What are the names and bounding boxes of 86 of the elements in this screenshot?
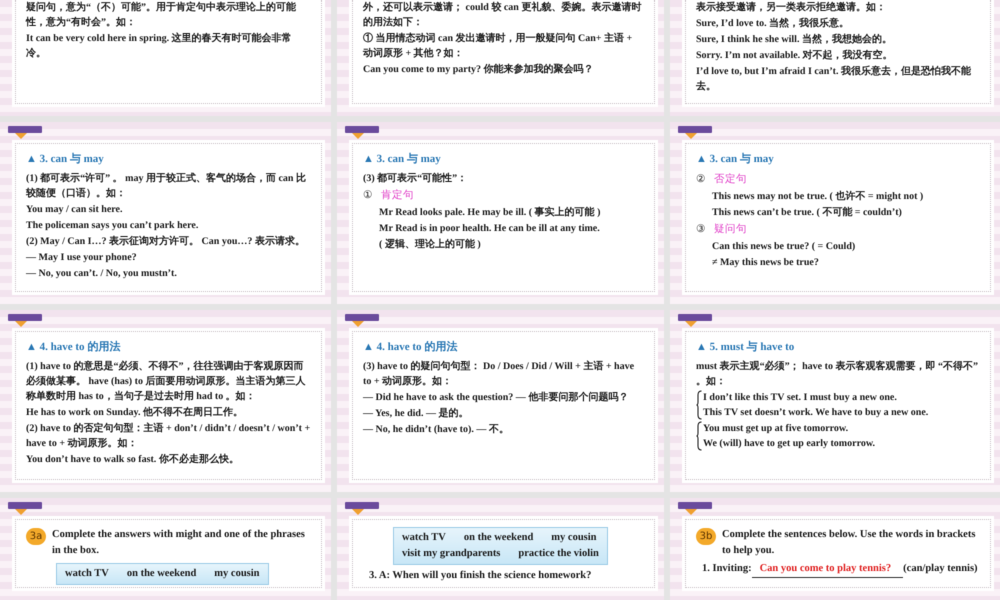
slide-thumbnail[interactable]: 外，还可以表示邀请； could 较 can 更礼貌、委婉。表示邀请时的用法如下： ① 当用情态动词 can 发出邀请时，用一般疑问句 Can+ 主语 + 动词原形 + 其他？如： Can you come to my party? 你能来参加我的聚会吗？ (337, 0, 664, 116)
note-text: This TV set doesn’t work. We have to buy a new one. (703, 406, 928, 420)
slide-thumbnail[interactable]: ▲ 3. can 与 may (3) 都可表示“可能性”： ① 肯定句 Mr Read looks pale. He may be ill. ( 事实上的可能 ) Mr Read is in poor health. He can be ill at any time. ( 逻辑、理论上的可能 ) (337, 122, 664, 304)
logo-drawing (8, 124, 42, 140)
note-text: Can you come to my party? 你能来参加我的聚会吗？ (363, 62, 595, 77)
section-heading: ▲ 3. can 与 may (696, 152, 775, 166)
logo-drawing (678, 312, 712, 328)
phrase: watch TV (402, 531, 446, 545)
note-text: You must get up at five tomorrow. (703, 422, 850, 436)
logo-drawing (678, 124, 712, 140)
slide-thumbnail[interactable]: 3a Complete the answers with might and one of the phrases in the box. watch TV on the weekend my cousin (0, 498, 331, 600)
exercise-instruction: Complete the sentences below. Use the words in brackets to help you. (722, 528, 976, 558)
note-text: 外，还可以表示邀请； could 较 can 更礼貌、委婉。表示邀请时的用法如下： (363, 0, 642, 30)
section-heading: ▲ 4. have to 的用法 (26, 340, 122, 354)
phrase: my cousin (214, 567, 260, 581)
logo-drawing (345, 312, 379, 328)
note-text: We (will) have to get up early tomorrow. (703, 437, 876, 451)
note-text: (2) May / Can I…? 表示征询对方许可。 Can you…? 表示请求。 (26, 234, 306, 249)
note-text: — Did he have to ask the question? — 他非要问那个问题吗？ (363, 390, 630, 405)
note-text: Can this news be true? ( = Could) (711, 240, 856, 254)
circled-number: ③ (696, 223, 706, 237)
word-hint: (can/play tennis) (903, 562, 978, 576)
note-text: Sure, I’d love to. 当然，我很乐意。 (696, 16, 850, 31)
note-text: ≠ May this news be true? (711, 256, 820, 270)
answer-text: Can you come to play tennis? (752, 561, 904, 578)
section-heading: ▲ 4. have to 的用法 (363, 340, 458, 354)
exercise-badge: 3b (696, 528, 716, 545)
note-text: Mr Read looks pale. He may be ill. ( 事实上的可能 ) (378, 205, 602, 220)
slide-thumbnail[interactable] (0, 122, 331, 304)
logo-drawing (8, 500, 42, 516)
slide-thumbnail[interactable]: 疑问句，意为“（不）可能”。用于肯定句中表示理论上的可能性，意为“有时会”。如： It can be very cold here in spring. 这里的春天有时可能会非常冷。 (0, 0, 331, 116)
slide-thumbnail[interactable]: watch TV on the weekend my cousin visit my grandparents practice the violin 3. A: When will you finish the science homework? (337, 498, 664, 600)
circled-number: ① (363, 189, 373, 203)
note-text: — No, you can’t. / No, you mustn’t. (26, 267, 178, 281)
phrase: my cousin (551, 531, 596, 545)
note-text: This news can’t be true. ( 不可能 = couldn’t) (711, 206, 903, 220)
subheading: 疑问句 (714, 222, 747, 237)
note-text: — No, he didn’t (have to). — 不。 (363, 423, 510, 437)
note-text: must 表示主观“必须”； have to 表示客观客观需要，即 “不得不” 。如： (696, 359, 979, 389)
section-heading: ▲ 3. can 与 may (26, 152, 105, 166)
note-text: (3) have to 的疑问句句型： Do / Does / Did / Will + 主语 + have to + 动词原形。如： (363, 359, 636, 389)
note-text: You don’t have to walk so fast. 你不必走那么快。 (26, 452, 240, 467)
subheading: 否定句 (714, 172, 747, 187)
slide-thumbnail[interactable]: 表示接受邀请，另一类表示拒绝邀请。如： Sure, I’d love to. 当然，我很乐意。 Sure, I think he she will. 当然，我想她会的。 Sorry. I’m not available. 对不起，我没有空。 I’d love to, but I’m afraid I can’t. 我很乐意去，但是恐怕我不能去。 (670, 0, 1000, 116)
note-text: — Yes, he did. — 是的。 (363, 406, 470, 421)
section-heading: ▲ 3. can 与 may (363, 152, 442, 166)
note-text: (3) 都可表示“可能性”： (363, 172, 468, 186)
slide-thumbnail[interactable] (0, 310, 331, 492)
slide-thumbnail[interactable]: ▲ 4. have to 的用法 (3) have to 的疑问句句型： Do / Does / Did / Will + 主语 + have to + 动词原形。如： — Did he have to ask the question? — 他非要问那个问题吗？ — Yes, he did. — 是的。 — No, he didn’t (have to). — 不。 (337, 310, 664, 492)
slide-thumbnail[interactable]: ▲ 3. can 与 may ② 否定句 This news may not be true. ( 也许不 = might not ) This news can’t be true. ( 不可能 = couldn’t) ③ 疑问句 Can this news be true? ( = Could) ≠ May this news be true? (670, 122, 1000, 304)
note-text: It can be very cold here in spring. 这里的春天有时可能会非常冷。 (26, 31, 293, 61)
note-text: The policeman says you can’t park here. (26, 219, 200, 233)
note-text: Sure, I think he she will. 当然，我想她会的。 (696, 32, 893, 47)
exercise-prompt: 3. A: When will you finish the science homework? (369, 569, 592, 583)
note-text: You may / can sit here. (26, 203, 124, 217)
note-text: (2) have to 的否定句句型：主语 + don’t / didn’t / doesn’t / won’t + have to + 动词原形。如： (26, 421, 311, 451)
logo-drawing (345, 124, 379, 140)
note-text: I don’t like this TV set. I must buy a new one. (703, 391, 898, 405)
circled-number: ② (696, 173, 706, 187)
subheading: 肯定句 (381, 188, 414, 203)
exercise-badge: 3a (26, 528, 46, 545)
phrase: watch TV (65, 567, 109, 581)
logo-drawing (678, 500, 712, 516)
phrase: on the weekend (126, 567, 196, 581)
note-text: Mr Read is in poor health. He can be ill at any time. (378, 222, 601, 236)
exercise-prompt: 1. Inviting: (702, 562, 752, 576)
note-text: He has to work on Sunday. 他不得不在周日工作。 (26, 406, 244, 420)
logo-drawing (345, 500, 379, 516)
phrase: visit my grandparents (402, 547, 500, 561)
note-text: I’d love to, but I’m afraid I can’t. 我很乐意去，但是恐怕我不能去。 (696, 64, 972, 94)
exercise-instruction: Complete the answers with might and one of the phrases in the box. (52, 528, 306, 558)
phrase: practice the violin (518, 547, 599, 561)
note-text: This news may not be true. ( 也许不 = might not ) (711, 190, 924, 204)
note-text: 疑问句，意为“（不）可能”。用于肯定句中表示理论上的可能性，意为“有时会”。如： (26, 0, 297, 30)
section-heading: ▲ 5. must 与 have to (696, 340, 796, 354)
note-text: Sorry. I’m not available. 对不起，我没有空。 (696, 48, 894, 63)
note-text: — May I use your phone? (26, 251, 138, 265)
logo-drawing (8, 312, 42, 328)
slide-thumbnail[interactable] (670, 310, 1000, 492)
note-text: (1) 都可表示“许可” 。 may 用于较正式、客气的场合，而 can 比较随便（口语）。如： (26, 171, 307, 201)
slide-thumbnail[interactable]: 3b Complete the sentences below. Use the words in brackets to help you. 1. Inviting: Can you come to play tennis? (can/play tennis) (670, 498, 1000, 600)
note-text: (1) have to 的意思是“必须、不得不”，往往强调由于客观原因而必须做某事。 have (has) to 后面要用动词原形。当主语为第三人称单数时用 has to，当句子是过去时用 had to 。如： (26, 359, 306, 404)
phrase: on the weekend (464, 531, 534, 545)
note-text: ① 当用情态动词 can 发出邀请时，用一般疑问句 Can+ 主语 + 动词原形 + 其他？如： (363, 31, 634, 61)
note-text: 表示接受邀请，另一类表示拒绝邀请。如： (696, 0, 887, 15)
note-text: ( 逻辑、理论上的可能 ) (378, 238, 482, 252)
